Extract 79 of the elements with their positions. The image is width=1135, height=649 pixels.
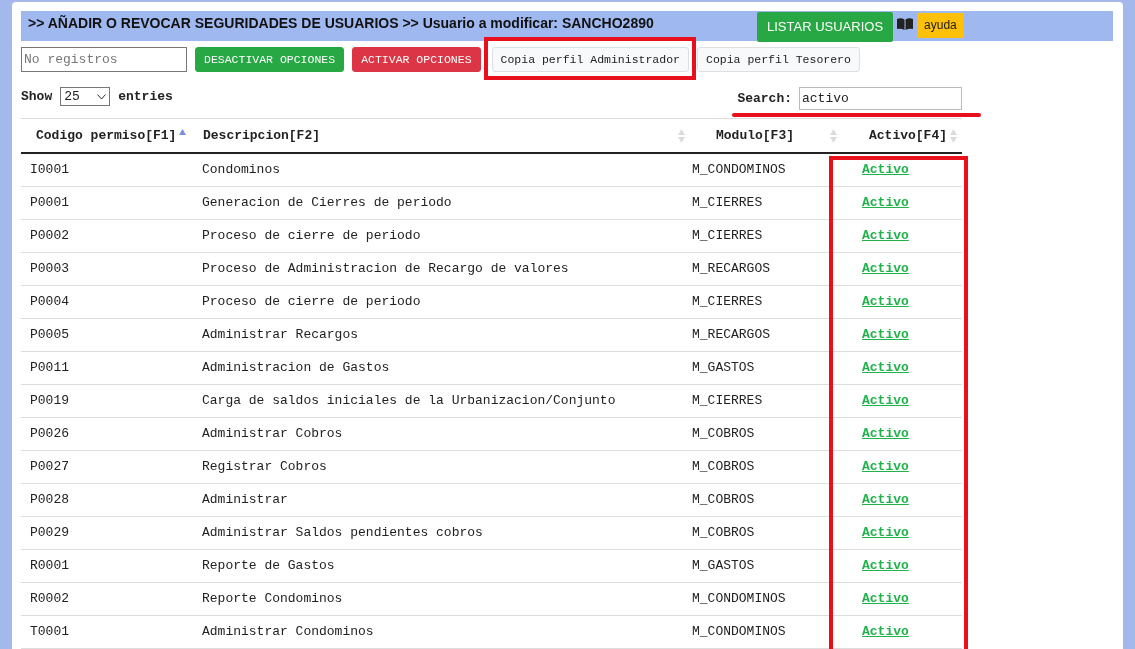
table-cell-text: R0002	[29, 590, 70, 609]
table-cell-text: P0005	[29, 326, 70, 345]
table-cell-text: Registrar Cobros	[201, 458, 328, 477]
active-link[interactable]: Activo	[862, 393, 909, 409]
records-input-field[interactable]: No registros	[21, 47, 187, 72]
active-link[interactable]: Activo	[862, 624, 909, 640]
column-header[interactable]: Activo[F4]	[842, 119, 962, 152]
table-cell-text: T0001	[29, 623, 70, 642]
active-link[interactable]: Activo	[862, 162, 909, 178]
table-cell-text: Reporte Condominos	[201, 590, 344, 609]
entries-label: entries	[118, 87, 173, 106]
list-users-button[interactable]: LISTAR USUARIOS	[757, 12, 894, 42]
table-cell-text: Administrar	[201, 491, 289, 510]
active-link[interactable]: Activo	[862, 360, 909, 376]
table-cell-text: M_CIERRES	[691, 392, 764, 411]
table-cell-text: P0029	[29, 524, 70, 543]
table-cell-text: I0001	[29, 161, 70, 180]
table-cell-text: P0004	[29, 293, 70, 312]
table-cell-text: M_RECARGOS	[691, 260, 771, 279]
table-cell-text: P0028	[29, 491, 70, 510]
toolbar-button[interactable]: DESACTIVAR OPCIONES	[195, 47, 345, 72]
table-cell-text: P0001	[29, 194, 70, 213]
active-link[interactable]: Activo	[862, 327, 909, 343]
table-cell-text: Reporte de Gastos	[201, 557, 336, 576]
search-field[interactable]: activo	[799, 87, 962, 110]
search-label: Search:	[737, 89, 792, 108]
entries-select[interactable]: 25	[60, 87, 111, 106]
table-cell-text: Carga de saldos iniciales de la Urbanizacion/Conjunto	[201, 392, 617, 411]
table-cell-text: M_CONDOMINOS	[691, 623, 787, 642]
table-cell-text: M_GASTOS	[691, 359, 756, 378]
table-cell-text: Administrar Saldos pendientes cobros	[201, 524, 484, 543]
book-icon	[897, 18, 914, 30]
active-link[interactable]: Activo	[862, 426, 909, 442]
table-cell-text: M_CIERRES	[691, 227, 764, 246]
show-label: Show	[21, 87, 53, 106]
table-cell-text: Administrar Recargos	[201, 326, 360, 345]
table-cell-text: P0002	[29, 227, 70, 246]
table-cell-text: Administracion de Gastos	[201, 359, 391, 378]
table-cell-text: P0027	[29, 458, 70, 477]
active-link[interactable]: Activo	[862, 525, 909, 541]
active-link[interactable]: Activo	[862, 195, 909, 211]
table-cell-text: Proceso de cierre de periodo	[201, 227, 422, 246]
table-cell-text: R0001	[29, 557, 70, 576]
active-link[interactable]: Activo	[862, 294, 909, 310]
column-header[interactable]: Modulo[F3]	[690, 119, 842, 152]
table-cell-text: M_CONDOMINOS	[691, 590, 787, 609]
active-link[interactable]: Activo	[862, 591, 909, 607]
toolbar-button[interactable]: Copia perfil Tesorero	[697, 47, 860, 72]
help-button[interactable]: ayuda	[917, 12, 964, 38]
table-cell-text: M_COBROS	[691, 524, 756, 543]
table-cell-text: P0026	[29, 425, 70, 444]
active-link[interactable]: Activo	[862, 459, 909, 475]
table-cell-text: Proceso de Administracion de Recargo de valores	[201, 260, 570, 279]
table-cell-text: M_CIERRES	[691, 293, 764, 312]
table-cell-text: Administrar Cobros	[201, 425, 344, 444]
column-header[interactable]: Codigo permiso[F1]	[21, 119, 195, 152]
active-link[interactable]: Activo	[862, 261, 909, 277]
active-link[interactable]: Activo	[862, 492, 909, 508]
table-cell-text: P0019	[29, 392, 70, 411]
toolbar-button[interactable]: ACTIVAR OPCIONES	[352, 47, 481, 72]
table-cell-text: P0003	[29, 260, 70, 279]
table-cell-text: Generacion de Cierres de periodo	[201, 194, 453, 213]
table-cell-text: P0011	[29, 359, 70, 378]
table-cell-text: Condominos	[201, 161, 281, 180]
active-link[interactable]: Activo	[862, 558, 909, 574]
column-header[interactable]: Descripcion[F2]	[195, 119, 690, 152]
table-cell-text: M_CONDOMINOS	[691, 161, 787, 180]
active-link[interactable]: Activo	[862, 228, 909, 244]
table-cell-text: Proceso de cierre de periodo	[201, 293, 422, 312]
table-cell-text: M_COBROS	[691, 458, 756, 477]
page-title: >> AÑADIR O REVOCAR SEGURIDADES DE USUARIOS >> Usuario a modificar: SANCHO2890	[28, 14, 654, 33]
table-cell-text: M_GASTOS	[691, 557, 756, 576]
table-cell-text: M_CIERRES	[691, 194, 764, 213]
table-cell-text: Administrar Condominos	[201, 623, 375, 642]
table-cell-text: M_COBROS	[691, 425, 756, 444]
table-cell-text: M_RECARGOS	[691, 326, 771, 345]
table-cell-text: M_COBROS	[691, 491, 756, 510]
chevron-down-icon	[97, 93, 107, 100]
toolbar-button[interactable]: Copia perfil Administrador	[491, 47, 689, 72]
